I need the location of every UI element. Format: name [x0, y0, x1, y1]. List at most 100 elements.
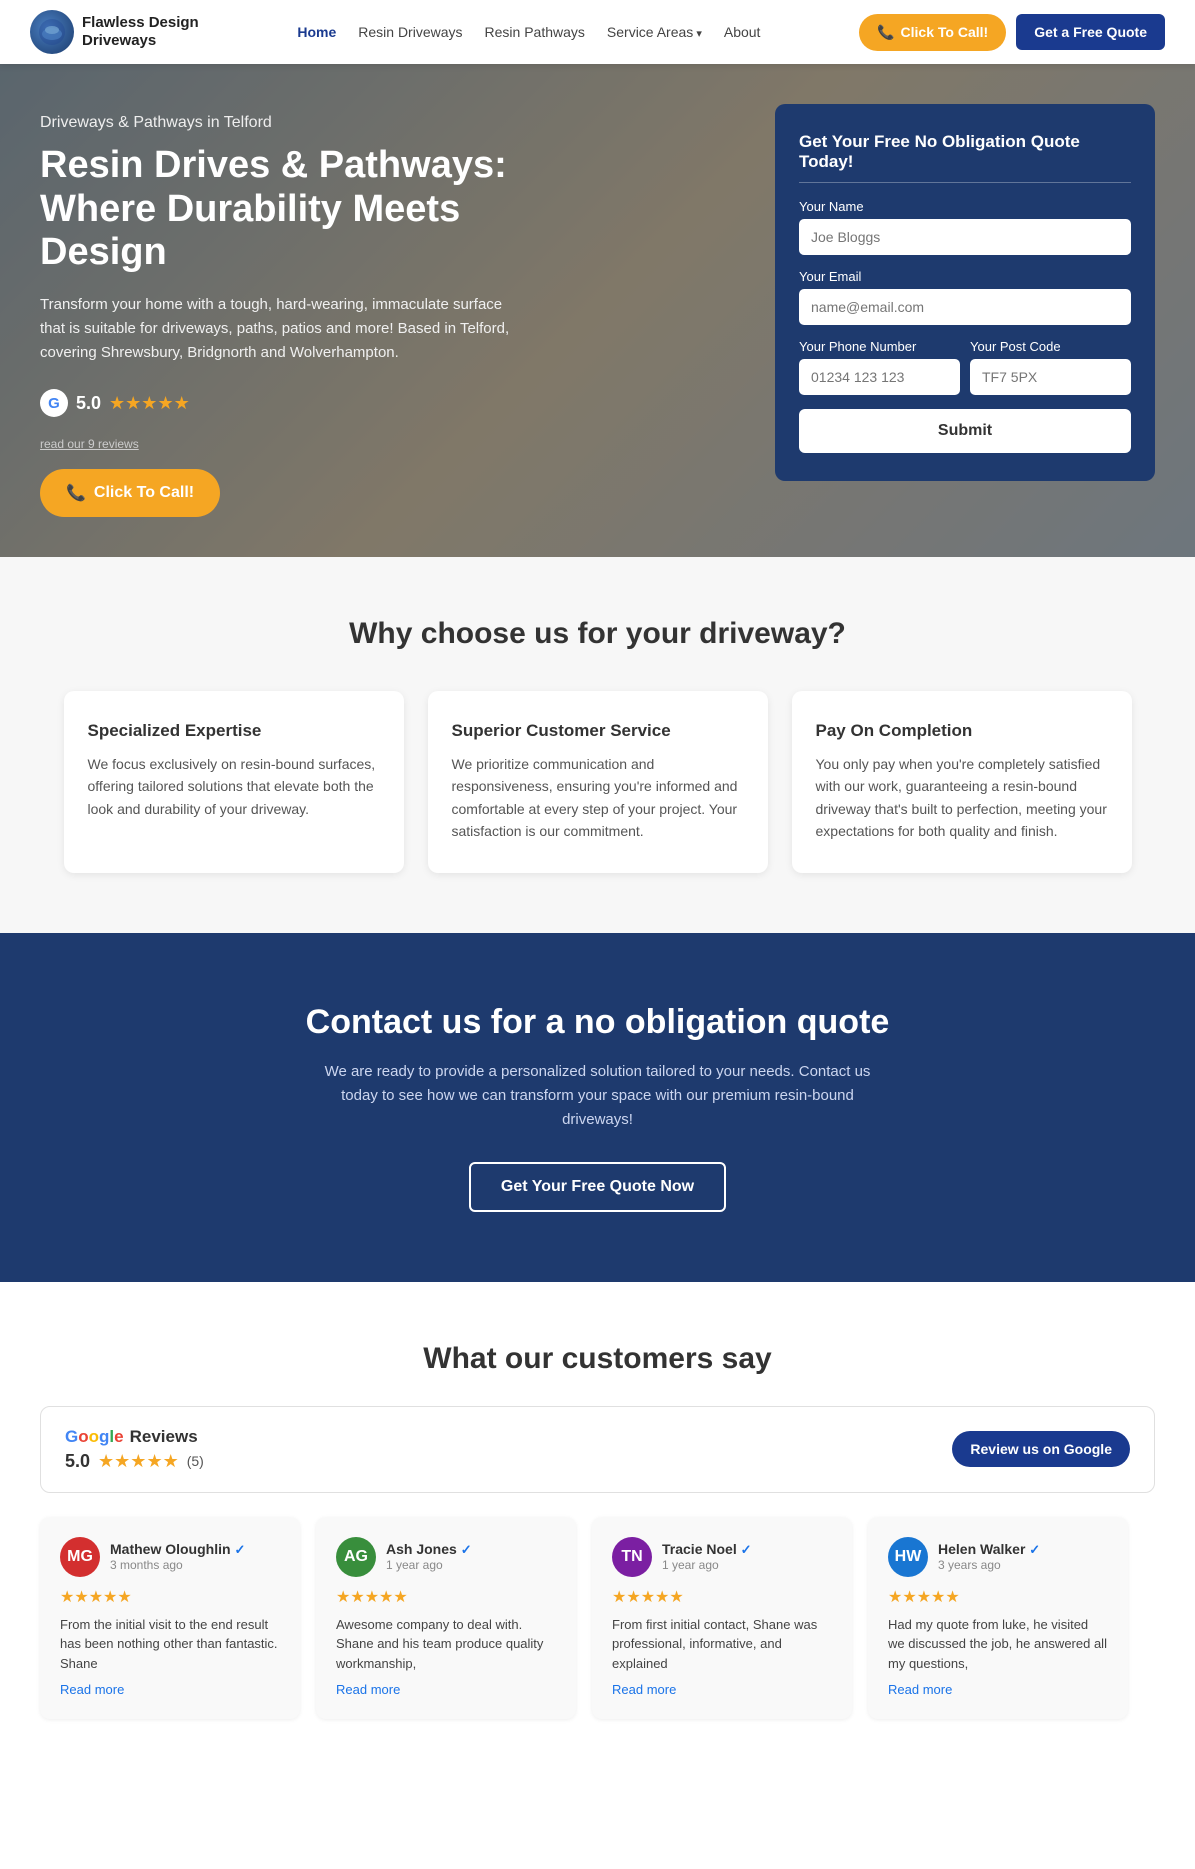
- review-1-meta: Ash Jones ✓ 1 year ago: [386, 1541, 472, 1572]
- reviews-section: What our customers say Google Reviews 5.…: [0, 1282, 1195, 1780]
- why-cards: Specialized Expertise We focus exclusive…: [40, 691, 1155, 873]
- nav-service-areas[interactable]: Service Areas: [607, 24, 702, 40]
- name-input[interactable]: [799, 219, 1131, 255]
- reviews-count: (5): [187, 1453, 204, 1469]
- review-card-0-header: MG Mathew Oloughlin ✓ 3 months ago: [60, 1537, 280, 1577]
- review-1-read-more[interactable]: Read more: [336, 1682, 400, 1697]
- postcode-input[interactable]: [970, 359, 1131, 395]
- hero-title: Resin Drives & Pathways: Where Durabilit…: [40, 144, 520, 275]
- nav-call-button[interactable]: 📞 Click To Call!: [859, 14, 1006, 51]
- name-field-group: Your Name: [799, 199, 1131, 255]
- review-2-verified: ✓: [741, 1542, 752, 1557]
- quote-form: Get Your Free No Obligation Quote Today!…: [775, 104, 1155, 481]
- navbar: Flawless Design Driveways Home Resin Dri…: [0, 0, 1195, 64]
- review-0-avatar: MG: [60, 1537, 100, 1577]
- review-3-name: Helen Walker ✓: [938, 1541, 1040, 1558]
- phone-icon: 📞: [66, 483, 86, 503]
- review-card-3-header: HW Helen Walker ✓ 3 years ago: [888, 1537, 1108, 1577]
- form-divider: [799, 182, 1131, 183]
- google-colored-g: Google: [65, 1427, 124, 1447]
- logo[interactable]: Flawless Design Driveways: [30, 10, 199, 54]
- reviews-heading: What our customers say: [40, 1342, 1155, 1376]
- review-0-time: 3 months ago: [110, 1558, 245, 1572]
- email-label: Your Email: [799, 269, 1131, 284]
- reviews-header-left: Google Reviews 5.0 ★★★★★ (5): [65, 1427, 204, 1472]
- nav-quote-button[interactable]: Get a Free Quote: [1016, 14, 1165, 50]
- phone-field-group: Your Phone Number: [799, 339, 960, 395]
- reviews-header: Google Reviews 5.0 ★★★★★ (5) Review us o…: [40, 1406, 1155, 1493]
- review-2-time: 1 year ago: [662, 1558, 752, 1572]
- review-0-stars: ★★★★★: [60, 1587, 280, 1607]
- why-card-1: Superior Customer Service We prioritize …: [428, 691, 768, 873]
- review-1-avatar: AG: [336, 1537, 376, 1577]
- review-1-time: 1 year ago: [386, 1558, 472, 1572]
- review-3-verified: ✓: [1029, 1542, 1040, 1557]
- reviews-stars: ★★★★★: [98, 1451, 179, 1472]
- reviews-label-text: Reviews: [130, 1427, 198, 1447]
- why-card-2-title: Pay On Completion: [816, 721, 1108, 741]
- review-3-avatar: HW: [888, 1537, 928, 1577]
- form-title: Get Your Free No Obligation Quote Today!: [799, 132, 1131, 172]
- why-card-1-desc: We prioritize communication and responsi…: [452, 753, 744, 843]
- review-1-stars: ★★★★★: [336, 1587, 556, 1607]
- nav-home[interactable]: Home: [297, 24, 336, 40]
- google-icon: G: [40, 389, 68, 417]
- review-3-time: 3 years ago: [938, 1558, 1040, 1572]
- logo-text: Flawless Design Driveways: [82, 14, 199, 50]
- why-card-0: Specialized Expertise We focus exclusive…: [64, 691, 404, 873]
- google-reviews-label: Google Reviews: [65, 1427, 204, 1447]
- review-2-read-more[interactable]: Read more: [612, 1682, 676, 1697]
- hero-call-button[interactable]: 📞 Click To Call!: [40, 469, 220, 517]
- review-card-2: TN Tracie Noel ✓ 1 year ago ★★★★★ From f…: [592, 1517, 852, 1720]
- review-2-text: From first initial contact, Shane was pr…: [612, 1615, 832, 1674]
- review-google-button[interactable]: Review us on Google: [952, 1431, 1130, 1467]
- nav-resin-driveways[interactable]: Resin Driveways: [358, 24, 462, 40]
- logo-icon: [30, 10, 74, 54]
- cta-desc: We are ready to provide a personalized s…: [308, 1060, 888, 1132]
- review-0-name: Mathew Oloughlin ✓: [110, 1541, 245, 1558]
- review-3-meta: Helen Walker ✓ 3 years ago: [938, 1541, 1040, 1572]
- review-0-text: From the initial visit to the end result…: [60, 1615, 280, 1674]
- review-1-text: Awesome company to deal with. Shane and …: [336, 1615, 556, 1674]
- hero-tag: Driveways & Pathways in Telford: [40, 114, 520, 132]
- nav-links: Home Resin Driveways Resin Pathways Serv…: [297, 24, 760, 40]
- postcode-label: Your Post Code: [970, 339, 1131, 354]
- review-card-0: MG Mathew Oloughlin ✓ 3 months ago ★★★★★…: [40, 1517, 300, 1720]
- review-2-avatar: TN: [612, 1537, 652, 1577]
- phone-label: Your Phone Number: [799, 339, 960, 354]
- email-input[interactable]: [799, 289, 1131, 325]
- phone-input[interactable]: [799, 359, 960, 395]
- reviews-rating-row: 5.0 ★★★★★ (5): [65, 1451, 204, 1472]
- review-3-text: Had my quote from luke, he visited we di…: [888, 1615, 1108, 1674]
- nav-resin-pathways[interactable]: Resin Pathways: [485, 24, 585, 40]
- review-card-2-header: TN Tracie Noel ✓ 1 year ago: [612, 1537, 832, 1577]
- review-3-stars: ★★★★★: [888, 1587, 1108, 1607]
- hero-rating-num: 5.0: [76, 393, 101, 414]
- review-2-stars: ★★★★★: [612, 1587, 832, 1607]
- review-0-read-more[interactable]: Read more: [60, 1682, 124, 1697]
- review-card-1-header: AG Ash Jones ✓ 1 year ago: [336, 1537, 556, 1577]
- cta-quote-button[interactable]: Get Your Free Quote Now: [469, 1162, 726, 1212]
- submit-button[interactable]: Submit: [799, 409, 1131, 453]
- review-3-read-more[interactable]: Read more: [888, 1682, 952, 1697]
- postcode-field-group: Your Post Code: [970, 339, 1131, 395]
- read-reviews-link[interactable]: read our 9 reviews: [40, 437, 520, 451]
- name-label: Your Name: [799, 199, 1131, 214]
- review-1-verified: ✓: [461, 1542, 472, 1557]
- review-2-name: Tracie Noel ✓: [662, 1541, 752, 1558]
- review-card-3: HW Helen Walker ✓ 3 years ago ★★★★★ Had …: [868, 1517, 1128, 1720]
- why-section: Why choose us for your driveway? Special…: [0, 557, 1195, 933]
- review-2-meta: Tracie Noel ✓ 1 year ago: [662, 1541, 752, 1572]
- hero-desc: Transform your home with a tough, hard-w…: [40, 293, 520, 365]
- review-0-meta: Mathew Oloughlin ✓ 3 months ago: [110, 1541, 245, 1572]
- why-heading: Why choose us for your driveway?: [40, 617, 1155, 651]
- hero-left: Driveways & Pathways in Telford Resin Dr…: [40, 104, 520, 517]
- why-card-0-title: Specialized Expertise: [88, 721, 380, 741]
- reviews-overall-rating: 5.0: [65, 1451, 90, 1472]
- why-card-2-desc: You only pay when you're completely sati…: [816, 753, 1108, 843]
- cta-section: Contact us for a no obligation quote We …: [0, 933, 1195, 1282]
- cta-heading: Contact us for a no obligation quote: [40, 1003, 1155, 1042]
- nav-about[interactable]: About: [724, 24, 761, 40]
- hero-section: Driveways & Pathways in Telford Resin Dr…: [0, 64, 1195, 557]
- review-1-name: Ash Jones ✓: [386, 1541, 472, 1558]
